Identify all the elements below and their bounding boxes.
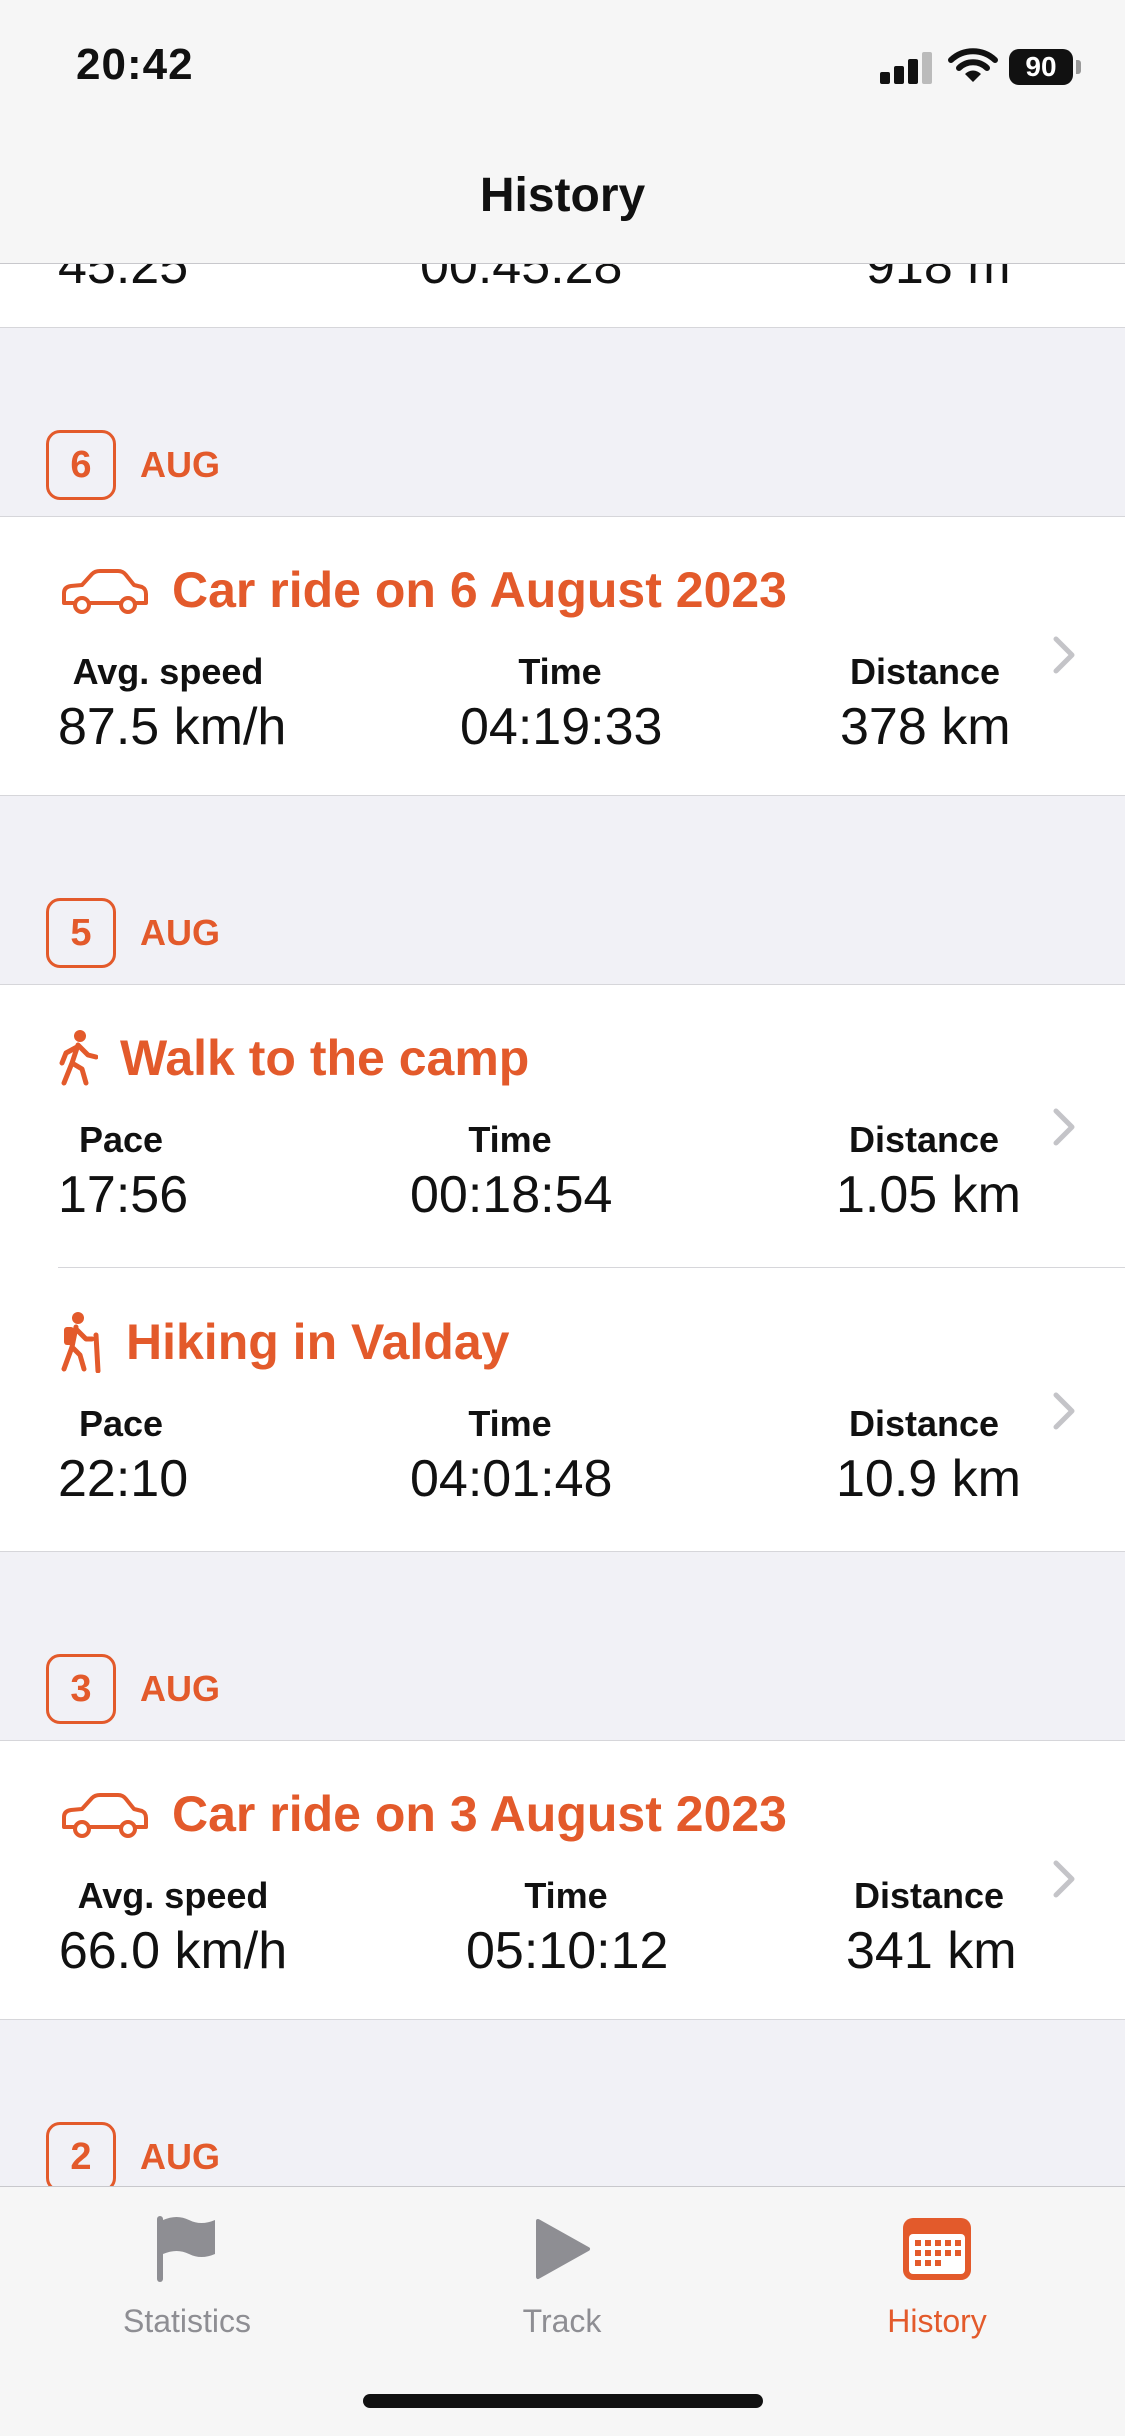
stat-label: Distance: [849, 651, 1001, 692]
pace-stat: Pace 17:56: [58, 1119, 189, 1225]
stat-label: Avg. speed: [72, 651, 264, 692]
activity-row-car-ride-6-aug[interactable]: Car ride on 6 August 2023 Avg. speed 87.…: [0, 517, 1125, 797]
distance-stat: Distance 341 km: [846, 1875, 1017, 1981]
stat-value: 04:19:33: [460, 698, 663, 756]
avg-speed-stat: Avg. speed 87.5 km/h: [58, 651, 287, 757]
time-stat: Time 04:19:33: [460, 651, 663, 757]
stat-label: Distance: [848, 1403, 1000, 1444]
month-label: AUG: [140, 444, 220, 485]
section-header-3-aug: 3 AUG: [46, 1654, 220, 1724]
activity-title: Hiking in Valday: [58, 1307, 509, 1377]
avg-speed-stat: Avg. speed 66.0 km/h: [58, 1875, 288, 1981]
wifi-icon: [948, 48, 998, 82]
top-bar: 20:42 90 History: [0, 0, 1125, 264]
stat-label: Distance: [853, 1875, 1005, 1916]
activity-title-text: Walk to the camp: [120, 1030, 530, 1086]
day-badge: 5: [46, 898, 116, 968]
chevron-right-icon: [1053, 1108, 1075, 1146]
activity-title-text: Car ride on 3 August 2023: [172, 1786, 787, 1842]
activity-card: Car ride on 6 August 2023 Avg. speed 87.…: [0, 516, 1125, 796]
flag-icon: [157, 2216, 215, 2282]
calendar-icon: [903, 2218, 971, 2280]
car-icon: [58, 1789, 150, 1839]
activity-title-text: Hiking in Valday: [126, 1314, 510, 1370]
pace-stat: Pace 22:10: [58, 1403, 189, 1509]
stat-label: Distance: [848, 1119, 1000, 1160]
activity-row-car-ride-3-aug[interactable]: Car ride on 3 August 2023 Avg. speed 66.…: [0, 1741, 1125, 2021]
tab-history[interactable]: History: [812, 2209, 1062, 2340]
distance-stat: Distance 10.9 km: [836, 1403, 1021, 1509]
home-indicator[interactable]: [363, 2394, 763, 2408]
chevron-right-icon: [1053, 1860, 1075, 1898]
activity-row-walk-to-the-camp[interactable]: Walk to the camp Pace 17:56 Time 00:18:5…: [0, 985, 1125, 1268]
row-separator: [58, 1267, 1125, 1268]
stat-value: 341 km: [846, 1922, 1017, 1980]
stat-label: Avg. speed: [77, 1875, 269, 1916]
page-title: History: [479, 169, 646, 222]
stat-value: 17:56: [58, 1166, 189, 1224]
section-header-2-aug: 2 AUG: [46, 2122, 220, 2192]
activity-title: Car ride on 3 August 2023: [58, 1779, 787, 1849]
activity-card: Car ride on 3 August 2023 Avg. speed 66.…: [0, 1740, 1125, 2020]
activity-title: Walk to the camp: [58, 1023, 529, 1093]
stat-value: 87.5 km/h: [58, 698, 287, 756]
battery-tip: [1076, 60, 1081, 74]
distance-stat: Distance 1.05 km: [836, 1119, 1021, 1225]
chevron-right-icon: [1053, 1392, 1075, 1430]
section-header-5-aug: 5 AUG: [46, 898, 220, 968]
status-time: 20:42: [76, 40, 194, 89]
car-icon: [58, 565, 150, 615]
month-label: AUG: [140, 1668, 220, 1709]
activity-card: Walk to the camp Pace 17:56 Time 00:18:5…: [0, 984, 1125, 1552]
tab-track[interactable]: Track: [437, 2209, 687, 2340]
stat-label: Time: [518, 651, 602, 692]
cellular-signal-icon: [880, 50, 934, 84]
divider: [0, 263, 1125, 264]
distance-stat: Distance 378 km: [840, 651, 1011, 757]
activity-title-text: Car ride on 6 August 2023: [172, 562, 787, 618]
hiking-icon: [58, 1311, 104, 1373]
time-stat: Time 04:01:48: [410, 1403, 613, 1509]
stat-value: 22:10: [58, 1450, 189, 1508]
play-icon: [536, 2219, 590, 2279]
section-header-6-aug: 6 AUG: [46, 430, 220, 500]
tab-label: History: [887, 2303, 987, 2339]
stat-value: 10.9 km: [836, 1450, 1021, 1508]
tab-label: Track: [522, 2303, 602, 2339]
stat-value: 05:10:12: [466, 1922, 669, 1980]
stat-label: Pace: [78, 1119, 164, 1160]
tab-label: Statistics: [122, 2303, 252, 2339]
stat-value: 1.05 km: [836, 1166, 1021, 1224]
chevron-right-icon: [1053, 636, 1075, 674]
day-badge: 3: [46, 1654, 116, 1724]
day-badge: 2: [46, 2122, 116, 2192]
month-label: AUG: [140, 2136, 220, 2177]
stat-value: 66.0 km/h: [58, 1922, 288, 1980]
stat-label: Time: [468, 1403, 552, 1444]
month-label: AUG: [140, 912, 220, 953]
stat-label: Time: [524, 1875, 608, 1916]
tab-statistics[interactable]: Statistics: [62, 2209, 312, 2340]
stat-label: Pace: [78, 1403, 164, 1444]
activity-title: Car ride on 6 August 2023: [58, 555, 787, 625]
stat-label: Time: [468, 1119, 552, 1160]
stat-value: 378 km: [840, 698, 1011, 756]
stat-value: 00:18:54: [410, 1166, 613, 1224]
day-badge: 6: [46, 430, 116, 500]
walking-icon: [58, 1029, 98, 1087]
activity-row-hiking-in-valday[interactable]: Hiking in Valday Pace 22:10 Time 04:01:4…: [0, 1269, 1125, 1553]
battery-icon: 90: [1009, 49, 1073, 85]
time-stat: Time 00:18:54: [410, 1119, 613, 1225]
stat-value: 04:01:48: [410, 1450, 613, 1508]
time-stat: Time 05:10:12: [466, 1875, 669, 1981]
